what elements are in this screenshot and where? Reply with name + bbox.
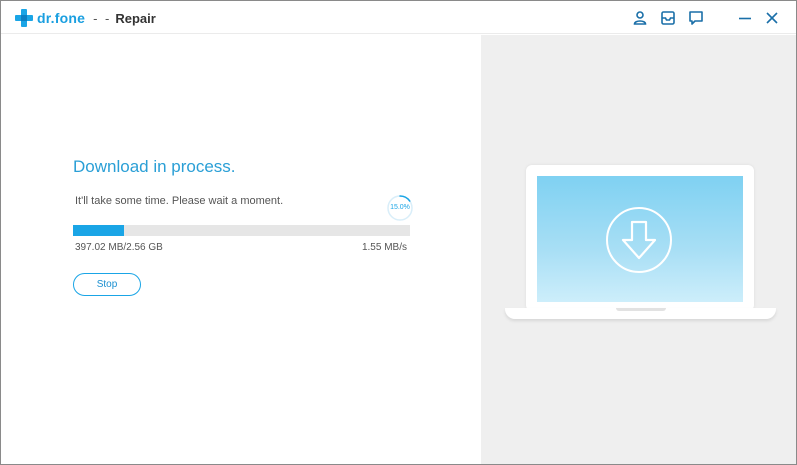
laptop-notch — [616, 308, 666, 311]
download-heading: Download in process. — [73, 157, 236, 176]
user-icon[interactable] — [631, 9, 649, 27]
brand: dr.fone - - Repair — [15, 9, 156, 27]
brand-separator: - - — [93, 10, 112, 26]
download-speed: 1.55 MB/s — [361, 242, 407, 253]
dr-fone-logo-icon — [15, 9, 33, 27]
progress-ring: 15.0% — [386, 194, 414, 222]
downloaded-size: 397.02 MB/2.56 GB — [75, 242, 163, 253]
laptop-lid — [526, 165, 754, 311]
laptop-illustration — [505, 165, 776, 325]
download-arrow-icon — [604, 205, 674, 275]
illustration-panel — [481, 35, 796, 464]
minimize-icon[interactable] — [736, 9, 754, 27]
feedback-icon[interactable] — [687, 9, 705, 27]
brand-name: dr.fone — [37, 10, 86, 26]
close-icon[interactable] — [763, 9, 781, 27]
percent-label: 15.0% — [390, 204, 410, 211]
download-panel: Download in process. It'll take some tim… — [1, 35, 481, 464]
laptop-base — [505, 308, 776, 319]
progress-bar-fill — [73, 225, 124, 236]
app-window: dr.fone - - Repair Download in process. … — [0, 0, 797, 465]
progress-bar — [73, 225, 410, 236]
archive-icon[interactable] — [659, 9, 677, 27]
laptop-screen — [537, 176, 743, 302]
stop-button[interactable]: Stop — [73, 273, 141, 296]
module-name: Repair — [115, 10, 156, 26]
wait-message: It'll take some time. Please wait a mome… — [75, 195, 284, 207]
title-bar: dr.fone - - Repair — [1, 1, 796, 34]
